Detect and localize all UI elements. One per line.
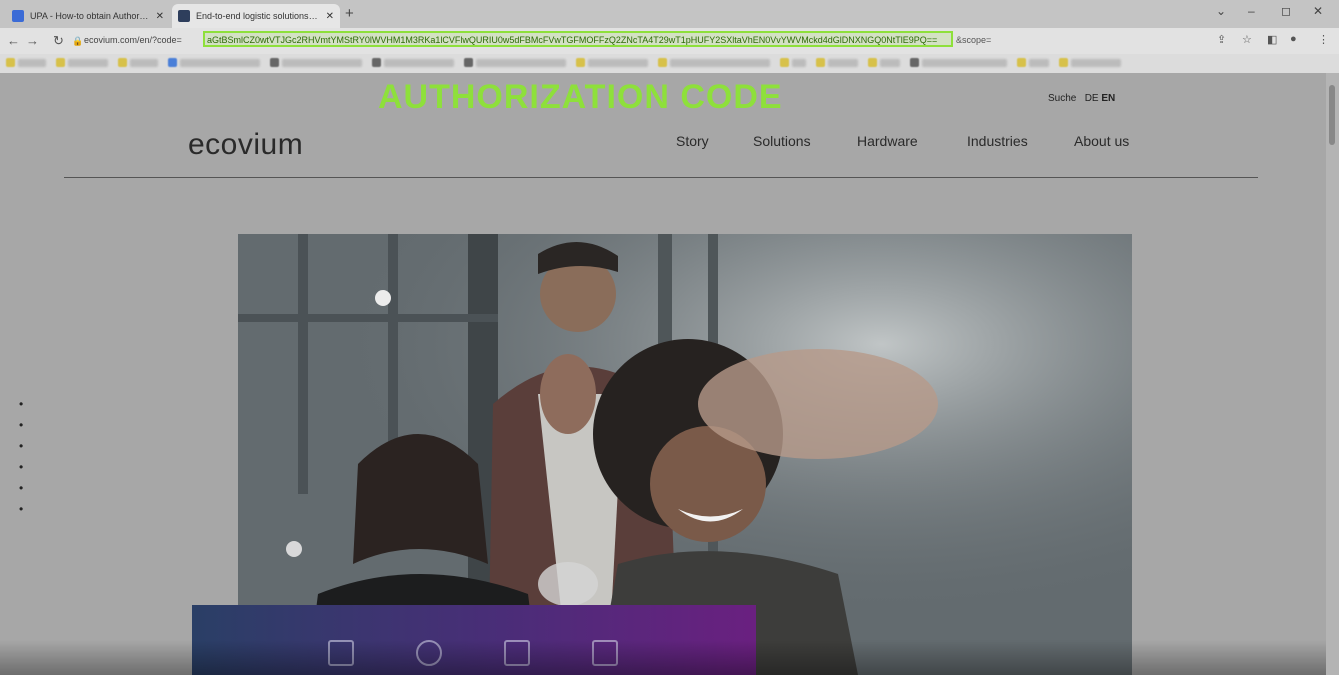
bookmark-star-icon[interactable]: ☆: [1242, 33, 1252, 46]
video-vignette: [0, 640, 1339, 675]
bookmark-folder-icon[interactable]: [576, 58, 585, 67]
back-icon[interactable]: ←: [7, 33, 20, 48]
nav-hardware[interactable]: Hardware: [857, 133, 918, 149]
slider-dot[interactable]: •: [19, 502, 23, 516]
slider-dot[interactable]: •: [19, 397, 23, 411]
bookmark-folder-icon[interactable]: [816, 58, 825, 67]
tab-favicon-icon: [178, 10, 190, 22]
bookmark-item[interactable]: [384, 59, 454, 67]
close-tab-icon[interactable]: ✕: [326, 11, 334, 22]
slider-dot[interactable]: •: [19, 460, 23, 474]
authorization-code-value[interactable]: aGtBSmlCZ0wtVTJGc2RHVmtYMStRY0lWVHM1M3RK…: [207, 35, 952, 45]
header-divider: [64, 177, 1258, 178]
authorization-code-caption: AUTHORIZATION CODE: [378, 78, 783, 116]
nav-industries[interactable]: Industries: [967, 133, 1028, 149]
search-link[interactable]: Suche: [1048, 93, 1076, 104]
tab-favicon-icon: [12, 10, 24, 22]
bookmark-icon[interactable]: [168, 58, 177, 67]
bookmark-item[interactable]: [792, 59, 806, 67]
bookmark-icon[interactable]: [464, 58, 473, 67]
bookmark-folder-icon[interactable]: [118, 58, 127, 67]
reload-icon[interactable]: ↻: [53, 33, 64, 49]
close-window-icon[interactable]: ✕: [1313, 4, 1323, 18]
bookmark-item[interactable]: [880, 59, 900, 67]
nav-about-us[interactable]: About us: [1074, 133, 1129, 149]
browser-tab-ecovium[interactable]: End-to-end logistic solutions - E ✕: [172, 4, 340, 28]
lock-icon: 🔒: [72, 36, 84, 46]
bookmark-item[interactable]: [282, 59, 362, 67]
url-suffix[interactable]: &scope=: [956, 35, 991, 45]
tab-search-icon[interactable]: ⌄: [1216, 4, 1226, 18]
bookmark-folder-icon[interactable]: [56, 58, 65, 67]
bookmark-folder-icon[interactable]: [780, 58, 789, 67]
bookmarks-bar: [0, 54, 1339, 73]
language-switcher: Suche DE EN: [1048, 93, 1115, 104]
restore-icon[interactable]: ◻: [1281, 4, 1291, 18]
bookmark-item[interactable]: [130, 59, 158, 67]
bookmark-item[interactable]: [922, 59, 1007, 67]
bookmark-item[interactable]: [588, 59, 648, 67]
bookmark-folder-icon[interactable]: [1059, 58, 1068, 67]
bookmark-folder-icon[interactable]: [6, 58, 15, 67]
bookmark-item[interactable]: [828, 59, 858, 67]
nav-story[interactable]: Story: [676, 133, 709, 149]
close-tab-icon[interactable]: ✕: [156, 11, 164, 22]
tab-title: End-to-end logistic solutions - E: [196, 11, 320, 21]
bookmark-icon[interactable]: [270, 58, 279, 67]
ecovium-logo[interactable]: ecovium: [188, 128, 303, 162]
tab-bar: UPA - How-to obtain Authoriza ✕ End-to-e…: [0, 0, 1339, 28]
forward-icon[interactable]: →: [26, 33, 39, 48]
lang-de-link[interactable]: DE: [1085, 93, 1099, 104]
url-prefix[interactable]: ecovium.com/en/?code=: [84, 35, 182, 45]
slider-dot[interactable]: •: [19, 439, 23, 453]
browser-tab-upa[interactable]: UPA - How-to obtain Authoriza ✕: [6, 4, 170, 28]
bookmark-folder-icon[interactable]: [658, 58, 667, 67]
nav-solutions[interactable]: Solutions: [753, 133, 811, 149]
side-panel-icon[interactable]: ◧: [1267, 33, 1277, 46]
bookmark-icon[interactable]: [372, 58, 381, 67]
bookmark-item[interactable]: [670, 59, 770, 67]
bookmark-item[interactable]: [68, 59, 108, 67]
new-tab-icon[interactable]: +: [345, 5, 354, 22]
bookmark-folder-icon[interactable]: [1017, 58, 1026, 67]
minimize-icon[interactable]: –: [1248, 4, 1255, 18]
bookmark-item[interactable]: [18, 59, 46, 67]
page-scrollbar[interactable]: [1326, 73, 1339, 675]
slider-dot[interactable]: •: [19, 418, 23, 432]
bookmark-item[interactable]: [1029, 59, 1049, 67]
bookmark-item[interactable]: [476, 59, 566, 67]
bookmark-icon[interactable]: [910, 58, 919, 67]
menu-dots-icon[interactable]: ⋮: [1318, 33, 1329, 46]
share-icon[interactable]: ⇪: [1217, 33, 1226, 46]
bookmark-item[interactable]: [1071, 59, 1121, 67]
profile-icon[interactable]: ●: [1290, 33, 1297, 45]
bookmark-item[interactable]: [180, 59, 260, 67]
scrollbar-thumb[interactable]: [1329, 85, 1335, 145]
lang-en-link[interactable]: EN: [1101, 93, 1115, 104]
bookmark-folder-icon[interactable]: [868, 58, 877, 67]
tab-title: UPA - How-to obtain Authoriza: [30, 11, 150, 21]
slider-dot[interactable]: •: [19, 481, 23, 495]
